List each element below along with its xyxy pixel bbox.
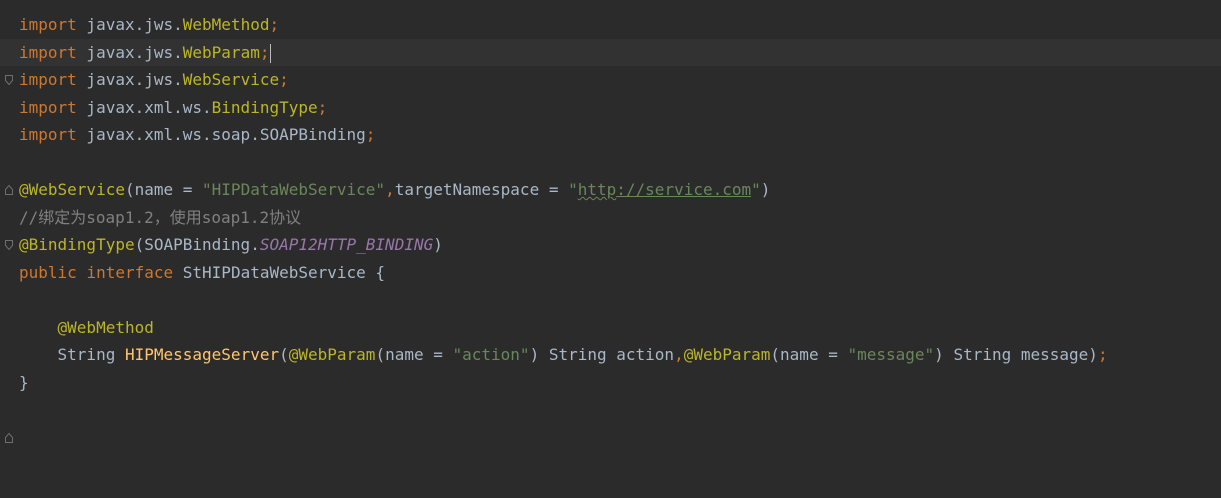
import-keyword: import	[19, 97, 77, 117]
bindingtype-annotation: @BindingType	[19, 235, 135, 254]
interface-declaration: StHIPDataWebService {	[173, 262, 386, 282]
code-line-12[interactable]: @WebMethod	[0, 314, 1221, 342]
namespace-url-separator[interactable]: ://	[616, 180, 645, 199]
import-keyword: import	[19, 42, 77, 62]
imported-class: WebService	[182, 70, 280, 89]
webservice-annotation: @WebService	[19, 180, 125, 199]
string-quote: "	[568, 180, 578, 199]
annotation-args: targetNamespace =	[394, 180, 569, 199]
fold-end-marker-icon[interactable]	[5, 130, 13, 195]
comma: ,	[385, 180, 395, 199]
import-keyword: import	[19, 125, 77, 144]
text-caret	[270, 43, 272, 63]
code-line-9[interactable]: @BindingType(SOAPBinding.SOAP12HTTP_BIND…	[0, 231, 1221, 259]
imported-class: WebMethod	[182, 15, 270, 34]
imported-class: SOAPBinding	[259, 125, 366, 144]
method-name: HIPMessageServer	[124, 345, 280, 364]
webparam-annotation: @WebParam	[288, 345, 376, 364]
annotation-args: (SOAPBinding.	[134, 235, 260, 254]
service-name-string: "HIPDataWebService"	[202, 180, 386, 199]
fold-marker-icon[interactable]	[5, 20, 13, 85]
comment: //绑定为soap1.2，使用soap1.2协议	[19, 207, 302, 227]
semicolon: ;	[269, 15, 280, 34]
comma: ,	[674, 345, 684, 364]
imported-class: BindingType	[211, 97, 318, 117]
import-keyword: import	[19, 70, 77, 89]
webparam-annotation: @WebParam	[683, 345, 771, 364]
code-editor[interactable]: import javax.jws.WebMethod; import javax…	[0, 0, 1221, 443]
package-path: javax.jws.	[76, 70, 183, 89]
imported-class: WebParam	[182, 42, 260, 62]
annotation-args-close: )	[760, 180, 771, 199]
namespace-url-scheme[interactable]: http	[578, 180, 617, 199]
semicolon: ;	[317, 97, 328, 117]
string-quote: "	[751, 180, 761, 199]
namespace-url-host[interactable]: service.com	[645, 180, 751, 199]
code-line-14[interactable]: }	[0, 369, 1221, 443]
code-line-7[interactable]: @WebService(name = "HIPDataWebService",t…	[0, 176, 1221, 250]
code-line-1[interactable]: import javax.jws.WebMethod;	[0, 11, 1221, 85]
code-line-5[interactable]: import javax.xml.ws.soap.SOAPBinding;	[0, 121, 1221, 195]
package-path: javax.xml.ws.soap.	[76, 125, 260, 144]
annotation-args: (name =	[124, 180, 203, 199]
semicolon: ;	[1097, 345, 1108, 364]
import-keyword: import	[19, 15, 77, 34]
closing-brace: }	[19, 372, 29, 392]
public-keyword: public	[19, 262, 77, 282]
semicolon: ;	[365, 125, 376, 144]
code-line-10[interactable]: public interface StHIPDataWebService {	[0, 259, 1221, 287]
param-name-string: "message"	[847, 345, 935, 364]
annotation-args-close: )	[433, 235, 443, 254]
code-line-4[interactable]: import javax.xml.ws.BindingType;	[0, 94, 1221, 122]
code-line-2[interactable]: import javax.jws.WebParam;	[0, 38, 1221, 66]
fold-end-marker-icon[interactable]	[5, 378, 13, 443]
package-path: javax.xml.ws.	[76, 97, 212, 117]
code-line-13[interactable]: String HIPMessageServer(@WebParam(name =…	[0, 341, 1221, 369]
semicolon: ;	[259, 42, 270, 62]
return-type: String	[57, 345, 125, 364]
package-path: javax.jws.	[76, 15, 183, 34]
package-path: javax.jws.	[76, 42, 183, 62]
interface-keyword: interface	[86, 262, 174, 282]
binding-constant: SOAP12HTTP_BINDING	[259, 235, 434, 254]
param-name-string: "action"	[452, 345, 530, 364]
fold-marker-icon[interactable]	[5, 185, 13, 250]
semicolon: ;	[279, 70, 289, 89]
code-line-3[interactable]: import javax.jws.WebService;	[0, 66, 1221, 94]
code-line-8[interactable]: //绑定为soap1.2，使用soap1.2协议	[0, 204, 1221, 232]
webmethod-annotation: @WebMethod	[57, 317, 154, 337]
